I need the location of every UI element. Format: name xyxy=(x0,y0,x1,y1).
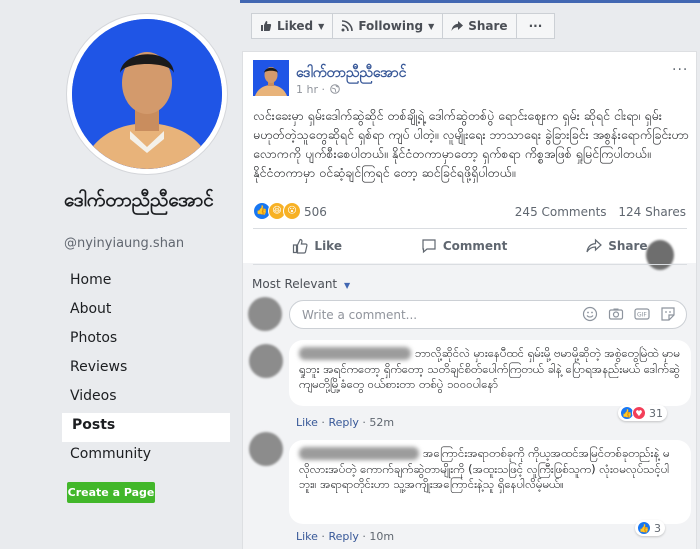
share-arrow-icon xyxy=(451,21,464,31)
post-timestamp[interactable]: 1 hr · xyxy=(296,83,341,96)
comment-reactions-badge[interactable]: 👍 3 xyxy=(635,520,665,536)
camera-icon[interactable] xyxy=(608,306,624,322)
comment-reaction-count: 3 xyxy=(654,521,661,535)
like-reaction-icon: 👍 xyxy=(637,521,651,535)
gif-icon[interactable]: GIF xyxy=(634,306,650,322)
comment-icon xyxy=(422,239,436,254)
comments-count[interactable]: 245 Comments xyxy=(515,205,607,219)
create-page-button[interactable]: Create a Page xyxy=(67,482,155,503)
commenter-avatar[interactable] xyxy=(249,432,283,466)
following-label: Following xyxy=(358,19,424,33)
reaction-icons[interactable]: 👍 😆 😮 xyxy=(253,202,301,220)
comment-like-link[interactable]: Like xyxy=(296,530,318,543)
page-title: ဒေါက်တာညီညီအောင် xyxy=(64,189,214,211)
more-dots-icon: ··· xyxy=(528,19,543,33)
share-label: Share xyxy=(608,239,648,253)
share-label: Share xyxy=(468,19,508,33)
share-page-button[interactable]: Share xyxy=(443,13,517,39)
chevron-down-icon: ▼ xyxy=(428,21,435,31)
thumbs-up-icon xyxy=(261,21,272,31)
nav-item-about[interactable]: About xyxy=(62,297,230,326)
post-action-row: Like Comment Share xyxy=(253,238,687,254)
viewer-avatar-redacted xyxy=(646,240,674,270)
reaction-count[interactable]: 506 xyxy=(304,205,327,219)
nav-item-posts[interactable]: Posts xyxy=(62,413,230,442)
thumbs-up-icon xyxy=(293,238,308,254)
nav-item-videos[interactable]: Videos xyxy=(62,384,230,413)
chevron-down-icon: ▼ xyxy=(343,281,351,290)
divider xyxy=(253,264,687,265)
comment-like-link[interactable]: Like xyxy=(296,416,318,429)
sticker-icon[interactable] xyxy=(660,306,676,322)
comment-bubble: အကြောင်းအရာတစ်ခုကို ကိုယ့အထင်အမြင်တစ်ခုတ… xyxy=(289,440,691,524)
comment-actions: Like · Reply · 52m xyxy=(296,416,395,429)
profile-photo xyxy=(72,19,222,169)
post-options-icon[interactable]: ··· xyxy=(672,62,688,78)
nav-item-photos[interactable]: Photos xyxy=(62,326,230,355)
more-options-button[interactable]: ··· xyxy=(516,13,556,39)
shares-count[interactable]: 124 Shares xyxy=(618,205,686,219)
comment-placeholder: Write a comment... xyxy=(302,308,418,322)
nav-item-community[interactable]: Community xyxy=(62,442,230,471)
page-action-bar: Liked ▼ Following ▼ Share ··· xyxy=(251,13,556,39)
divider xyxy=(253,228,687,229)
like-button[interactable]: Like xyxy=(292,238,342,254)
like-label: Like xyxy=(314,239,342,253)
share-button[interactable]: Share xyxy=(586,238,648,254)
svg-text:GIF: GIF xyxy=(637,312,647,319)
sort-label: Most Relevant xyxy=(252,277,338,291)
commenter-avatar[interactable] xyxy=(249,344,283,378)
wow-reaction-icon: 😮 xyxy=(283,202,301,220)
following-button[interactable]: Following ▼ xyxy=(333,13,444,39)
emoji-icon[interactable] xyxy=(582,306,598,322)
post-author-name[interactable]: ဒေါက်တာညီညီအောင် xyxy=(296,63,406,84)
comment-sort-dropdown[interactable]: Most Relevant ▼ xyxy=(252,277,350,291)
post-body: လင်းခေးမှာ ရှမ်းဒေါက်ဆွဲဆိုင် တစ်ချို့ရဲ… xyxy=(253,108,689,180)
rss-icon xyxy=(341,20,354,32)
nav-item-home[interactable]: Home xyxy=(62,268,230,297)
love-reaction-icon: ♥ xyxy=(632,406,646,420)
liked-label: Liked xyxy=(277,19,314,33)
comment-time[interactable]: 10m xyxy=(369,530,394,543)
post-author-avatar[interactable] xyxy=(253,60,289,96)
page-nav: Home About Photos Reviews Videos Posts C… xyxy=(62,268,230,471)
comment-reply-link[interactable]: Reply xyxy=(328,416,358,429)
left-column: ဒေါက်တာညီညီအောင် @nyinyiaung.shan Home A… xyxy=(0,0,240,549)
post-counts: 245 Comments 124 Shares xyxy=(507,205,686,219)
profile-picture[interactable] xyxy=(67,14,227,174)
comment-reaction-count: 31 xyxy=(649,406,663,420)
liked-button[interactable]: Liked ▼ xyxy=(251,13,334,39)
comment-tools: GIF xyxy=(582,306,676,322)
post-time: 1 hr · xyxy=(296,83,325,96)
comment-actions: Like · Reply · 10m xyxy=(296,530,395,543)
comment-time[interactable]: 52m xyxy=(369,416,394,429)
comment-reactions-badge[interactable]: 👍 ♥ 31 xyxy=(618,405,667,421)
comment-button[interactable]: Comment xyxy=(421,238,507,254)
comment-reply-link[interactable]: Reply xyxy=(328,530,358,543)
chevron-down-icon: ▼ xyxy=(318,21,325,31)
share-arrow-icon xyxy=(586,238,603,253)
globe-icon xyxy=(330,84,341,94)
viewer-avatar xyxy=(248,297,282,331)
comment-label: Comment xyxy=(442,239,508,253)
write-comment-input[interactable]: Write a comment... GIF xyxy=(289,300,687,329)
nav-item-reviews[interactable]: Reviews xyxy=(62,355,230,384)
page-handle[interactable]: @nyinyiaung.shan xyxy=(64,236,184,251)
comment-bubble: ဘာလို့ဆိုင်လဲ မှားနေပီထင် ရှမ်းမို့ ဗမာမ… xyxy=(289,340,691,406)
commenter-name-redacted xyxy=(299,447,419,460)
commenter-name-redacted xyxy=(299,347,411,360)
